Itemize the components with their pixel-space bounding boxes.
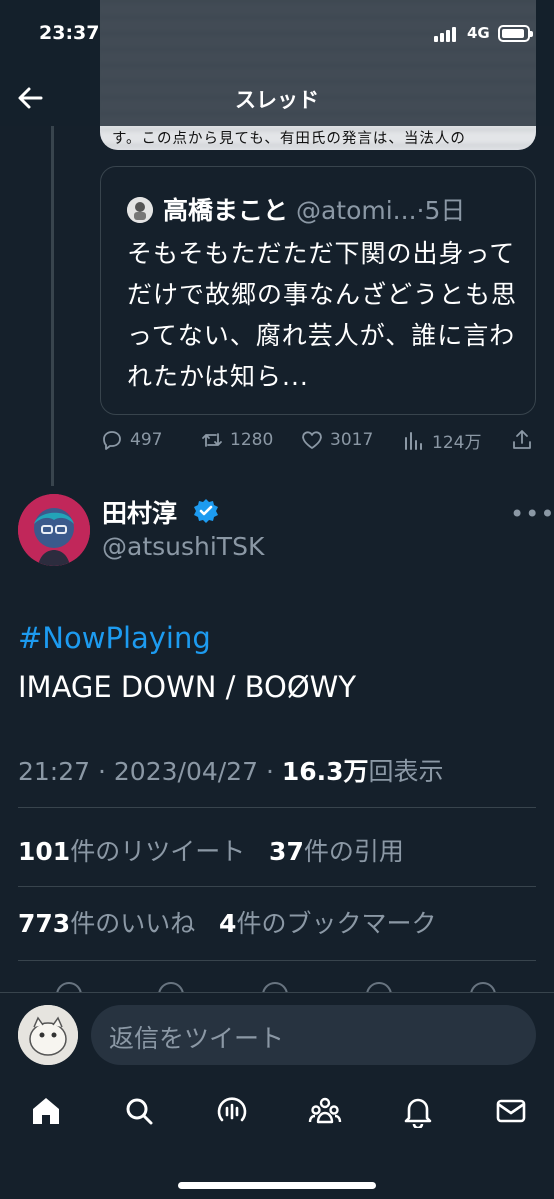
retweet-button[interactable]: 1280 xyxy=(200,428,273,452)
tab-bar xyxy=(0,1074,554,1199)
meta-separator: · xyxy=(265,757,274,786)
stats-row-retweets: 101件のリツイート 37件の引用 xyxy=(18,832,404,868)
home-icon[interactable] xyxy=(29,1094,63,1128)
signal-icon xyxy=(434,26,456,42)
verified-badge-icon xyxy=(192,497,220,525)
spaces-icon[interactable] xyxy=(215,1094,249,1128)
home-indicator xyxy=(178,1182,376,1189)
quoted-header: 高橋まこと @atomi...·5日 xyxy=(163,191,465,227)
retweets-stat[interactable]: 101件のリツイート xyxy=(18,837,245,866)
heart-icon xyxy=(302,431,322,449)
tweet-views-count: 16.3万 xyxy=(281,757,369,786)
like-count: 3017 xyxy=(330,430,374,450)
author-avatar[interactable] xyxy=(18,494,90,566)
messages-icon[interactable] xyxy=(494,1094,528,1128)
tweet-date: 2023/04/27 xyxy=(113,757,258,786)
likes-stat[interactable]: 773件のいいね xyxy=(18,909,195,938)
retweet-icon xyxy=(202,433,222,447)
nav-header: スレッド xyxy=(0,70,554,126)
likes-stat-label: 件のいいね xyxy=(70,909,196,938)
bookmarks-stat[interactable]: 4件のブックマーク xyxy=(219,909,436,938)
bookmarks-stat-count: 4 xyxy=(219,909,237,938)
tweet-time: 21:27 xyxy=(18,757,91,786)
reply-composer: 返信をツイート xyxy=(0,992,554,1074)
tweet-views-label: 回表示 xyxy=(368,757,444,786)
author-name[interactable]: 田村淳 xyxy=(102,494,177,530)
views-button[interactable]: 124万 xyxy=(402,428,481,453)
reply-icon xyxy=(103,431,121,450)
tweet-text: IMAGE DOWN / BOØWY xyxy=(18,670,357,704)
network-label: 4G xyxy=(467,24,490,42)
communities-icon[interactable] xyxy=(308,1094,342,1128)
tweet-meta: 21:27 · 2023/04/27 · 16.3万回表示 xyxy=(18,752,444,788)
quotes-stat-label: 件の引用 xyxy=(303,837,404,866)
quotes-stat-count: 37 xyxy=(269,837,304,866)
retweets-stat-label: 件のリツイート xyxy=(70,837,246,866)
image-caption: す。この点から見ても、有田氏の発言は、当法人の xyxy=(112,131,466,147)
quoted-age: 5日 xyxy=(424,196,466,225)
bookmarks-stat-label: 件のブックマーク xyxy=(236,909,437,938)
quoted-text: そもそもただただ下関の出身ってだけで故郷の事なんざどうとも思ってない、腐れ芸人が… xyxy=(127,239,518,391)
battery-icon xyxy=(498,25,533,42)
reply-button[interactable]: 497 xyxy=(100,428,162,452)
status-time: 23:37 xyxy=(39,22,100,44)
divider xyxy=(18,886,536,887)
retweets-stat-count: 101 xyxy=(18,837,71,866)
meta-separator: · xyxy=(98,757,106,786)
page-title: スレッド xyxy=(235,88,319,112)
hashtag-link[interactable]: #NowPlaying xyxy=(18,621,211,655)
like-button[interactable]: 3017 xyxy=(300,428,373,452)
search-icon[interactable] xyxy=(122,1094,156,1128)
reply-input[interactable]: 返信をツイート xyxy=(91,1005,536,1065)
notifications-icon[interactable] xyxy=(401,1094,435,1130)
reply-count: 497 xyxy=(130,430,163,450)
quoted-tweet[interactable]: 高橋まこと @atomi...·5日 そもそもただただ下関の出身ってだけで故郷の… xyxy=(100,166,536,415)
quoted-avatar xyxy=(127,197,153,223)
retweet-count: 1280 xyxy=(230,430,274,450)
action-row: 497 1280 3017 124万 xyxy=(100,428,536,464)
divider xyxy=(18,807,536,808)
status-bar: 23:37 4G xyxy=(0,0,554,70)
author-handle[interactable]: @atsushiTSK xyxy=(102,532,264,561)
likes-stat-count: 773 xyxy=(18,909,71,938)
more-options-icon[interactable]: ••• xyxy=(510,500,554,528)
share-icon xyxy=(513,430,531,449)
quotes-stat[interactable]: 37件の引用 xyxy=(269,837,404,866)
share-button[interactable] xyxy=(510,428,534,452)
stats-row-likes: 773件のいいね 4件のブックマーク xyxy=(18,904,436,940)
analytics-icon xyxy=(405,431,422,450)
divider xyxy=(18,960,536,961)
user-avatar[interactable] xyxy=(18,1005,78,1065)
quoted-handle: @atomi... xyxy=(295,196,417,225)
thread-connector xyxy=(51,126,54,486)
views-count: 124万 xyxy=(432,433,482,453)
quoted-name: 高橋まこと xyxy=(163,196,289,225)
